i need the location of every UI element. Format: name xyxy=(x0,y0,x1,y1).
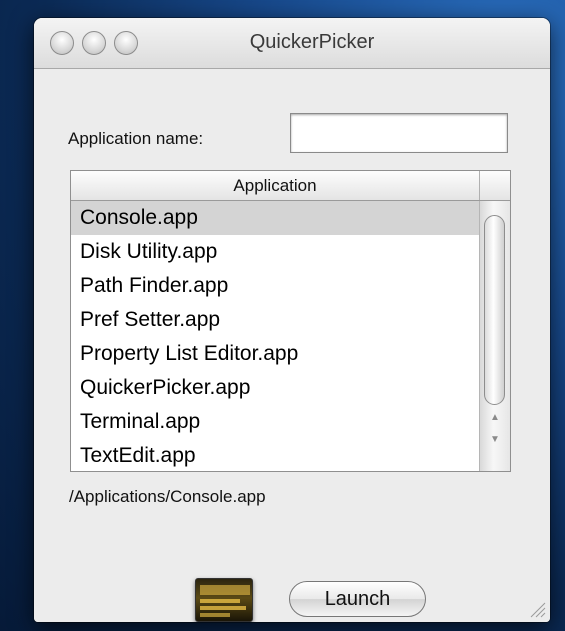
window-title: QuickerPicker xyxy=(249,31,375,53)
column-header-application[interactable]: Application xyxy=(71,171,480,200)
table-row[interactable]: Disk Utility.app xyxy=(71,235,479,269)
table-rows: Console.app Disk Utility.app Path Finder… xyxy=(71,201,479,471)
title-bar[interactable]: QuickerPicker xyxy=(34,18,550,69)
table-row[interactable]: QuickerPicker.app xyxy=(71,371,479,405)
quickerpicker-window: QuickerPicker Application name: Applicat… xyxy=(34,18,550,622)
scroll-down-arrow-icon[interactable]: ▼ xyxy=(480,429,510,451)
table-row[interactable]: Pref Setter.app xyxy=(71,303,479,337)
resize-grip-icon[interactable] xyxy=(526,598,546,618)
selected-path-label: /Applications/Console.app xyxy=(69,487,266,506)
table-row[interactable]: Console.app xyxy=(71,201,479,235)
application-name-label: Application name: xyxy=(68,129,204,148)
launch-button[interactable]: Launch xyxy=(289,581,426,617)
table-row[interactable]: Property List Editor.app xyxy=(71,337,479,371)
application-table: Application Console.app Disk Utility.app… xyxy=(70,170,511,472)
table-row[interactable]: Path Finder.app xyxy=(71,269,479,303)
table-row[interactable]: Terminal.app xyxy=(71,405,479,439)
scroll-thumb[interactable] xyxy=(484,215,505,405)
window-content: Application name: Application Console.ap… xyxy=(34,69,550,622)
table-header: Application xyxy=(71,171,510,201)
console-app-icon xyxy=(195,578,253,622)
table-row[interactable]: TextEdit.app xyxy=(71,439,479,471)
vertical-scrollbar[interactable]: ▲ ▼ xyxy=(479,201,510,471)
application-name-input[interactable] xyxy=(290,113,508,153)
scroll-up-arrow-icon[interactable]: ▲ xyxy=(480,407,510,429)
